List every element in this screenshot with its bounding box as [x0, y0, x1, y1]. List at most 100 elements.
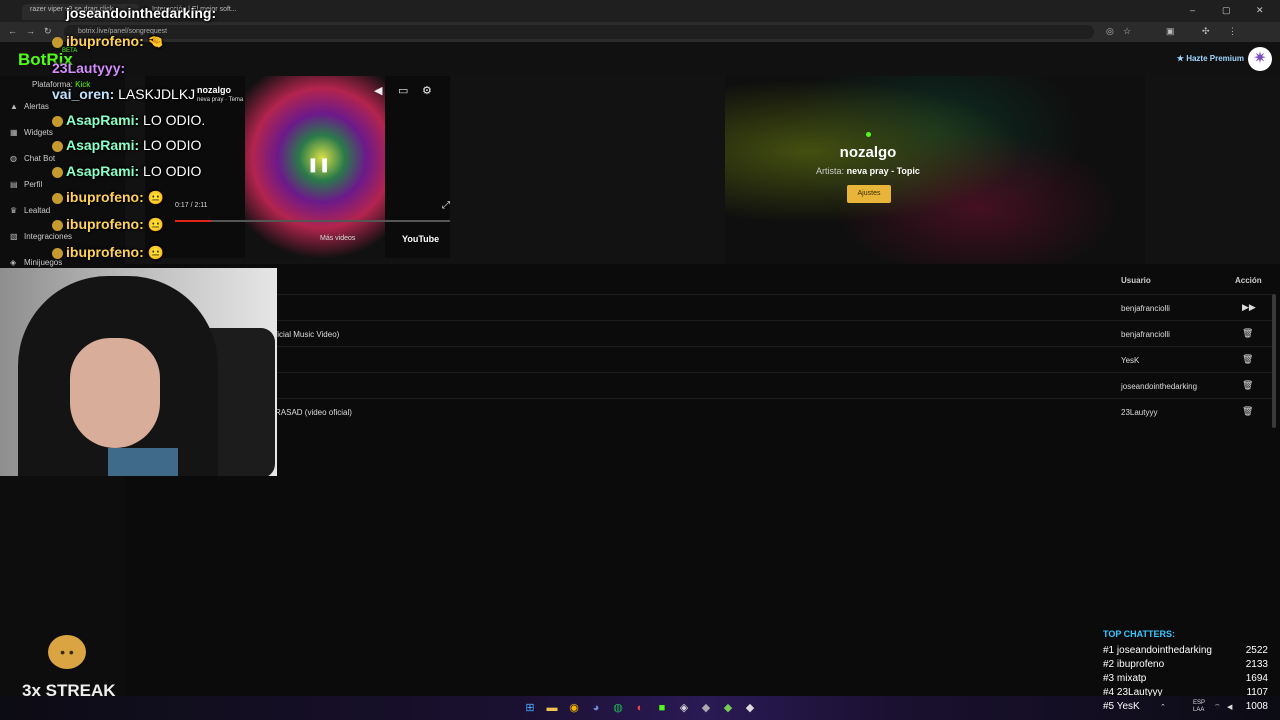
column-header-user: Usuario [1121, 276, 1151, 285]
now-playing-artist: Artista: neva pray - Topic [768, 166, 968, 176]
gear-icon[interactable]: ⚙ [422, 84, 432, 97]
sidebar-item-chat-bot[interactable]: ◍ Chat Bot [10, 154, 55, 163]
steam-icon[interactable]: ◈ [677, 701, 691, 715]
chat-username: ibuprofeno: [66, 33, 144, 49]
chat-text: LASKJDLKJ [118, 86, 196, 102]
chat-message: AsapRami: LO ODIO. [52, 112, 205, 128]
emote-icon: 🤏 [147, 34, 164, 49]
premium-button[interactable]: ★ Hazte Premium [1177, 54, 1244, 63]
streak-emote-icon: • • [48, 635, 86, 669]
windows-taskbar: ⊞ ▬ ◉ ◕ ◍ ◐ ■ ◈ ◆ ◆ ◆ ⌃ ESP LAA ⌔ ◀ [0, 696, 1280, 720]
extension-icon[interactable]: ▣ [1166, 26, 1175, 37]
table-row: ficial Music Video) benjafranciolli 🗑 [125, 320, 1275, 346]
volume-icon[interactable]: ◀ [374, 84, 382, 97]
spotify-icon[interactable]: ◍ [611, 701, 625, 715]
eye-off-icon[interactable]: ◎ [1106, 26, 1114, 37]
app-icon[interactable]: ◆ [721, 701, 735, 715]
app-icon[interactable]: ◆ [699, 701, 713, 715]
webcam-overlay [0, 268, 277, 476]
fullscreen-icon[interactable]: ⤢ [442, 200, 450, 211]
artist-label: Artista: [816, 166, 845, 176]
chat-text: LO ODIO [143, 137, 202, 153]
pause-icon[interactable]: ❚❚ [307, 156, 330, 173]
emote-badge-icon [52, 219, 63, 231]
chat-message: AsapRami: LO ODIO [52, 163, 201, 179]
emote-badge-icon [52, 140, 63, 152]
chatter-name: ibuprofeno [1116, 659, 1165, 670]
forward-icon[interactable]: → [26, 26, 35, 36]
chatter-count: 2522 [1245, 645, 1268, 656]
skip-icon[interactable]: ▶▶ [1242, 302, 1256, 313]
song-title: ficial Music Video) [275, 330, 340, 339]
table-row: benjafranciolli ▶▶ [125, 294, 1275, 320]
sidebar-item-lealtad[interactable]: ♛ Lealtad [10, 206, 50, 215]
app-icon[interactable]: ◆ [743, 701, 757, 715]
chat-message: joseandointhedarking: [66, 5, 216, 21]
app-icon[interactable]: ◐ [633, 701, 647, 715]
chat-text: LO ODIO [143, 163, 202, 179]
chat-username: AsapRami: [66, 112, 140, 128]
requester: 23Lautyyy [1121, 408, 1158, 417]
captions-icon[interactable]: ▭ [398, 84, 408, 97]
settings-button[interactable]: Ajustes [847, 185, 891, 203]
live-dot [866, 132, 871, 137]
puzzle-icon[interactable]: ✣ [1202, 26, 1210, 37]
webcam-face [70, 338, 160, 448]
youtube-logo[interactable]: YouTube [402, 234, 439, 244]
chat-message: ibuprofeno: 😐 [52, 189, 164, 206]
emote-icon: 😐 [147, 245, 164, 260]
kick-icon[interactable]: ■ [655, 701, 669, 715]
discord-icon[interactable]: ◕ [589, 701, 603, 715]
table-row: joseandointhedarking 🗑 [125, 372, 1275, 398]
sidebar-item-widgets[interactable]: ▦ Widgets [10, 128, 53, 137]
more-videos-button[interactable]: Más videos [320, 235, 355, 242]
windows-start-icon[interactable]: ⊞ [523, 701, 537, 715]
integrations-icon: ▧ [10, 232, 18, 241]
queue-scrollbar[interactable] [1272, 294, 1276, 428]
song-queue-table: Usuario Acción benjafranciolli ▶▶ ficial… [125, 268, 1280, 438]
trash-icon[interactable]: 🗑 [1242, 380, 1253, 391]
now-playing-title: nozalgo [839, 144, 897, 161]
webcam-shirt [108, 448, 178, 476]
sidebar-item-label: Perfil [24, 180, 43, 189]
chat-text: LO ODIO. [143, 112, 206, 128]
emote-badge-icon [52, 166, 63, 178]
chat-username: ibuprofeno: [66, 216, 144, 232]
column-header-action: Acción [1235, 276, 1262, 285]
menu-icon[interactable]: ⋮ [1228, 26, 1237, 37]
top-chatter-row: #2 ibuprofeno 2133 [1103, 659, 1268, 673]
bell-icon: ▲ [10, 102, 18, 111]
requester: joseandointhedarking [1121, 382, 1198, 391]
file-explorer-icon[interactable]: ▬ [545, 701, 559, 715]
sidebar-item-alertas[interactable]: ▲ Alertas [10, 102, 49, 111]
trash-icon[interactable]: 🗑 [1242, 354, 1253, 365]
close-button[interactable]: ✕ [1256, 5, 1264, 16]
star-icon[interactable]: ☆ [1123, 26, 1131, 37]
chat-username: 23Lautyyy: [52, 60, 126, 76]
chat-message: AsapRami: LO ODIO [52, 137, 201, 153]
trash-icon[interactable]: 🗑 [1242, 328, 1253, 339]
emote-badge-icon [52, 36, 63, 48]
player-card: nozalgo neva pray · Tema ◀ ▭ ⚙ ❚❚ 0:17 /… [125, 76, 1280, 264]
requester: benjafranciolli [1121, 304, 1170, 313]
chatter-name: mixatp [1116, 673, 1147, 684]
sidebar-item-label: Alertas [24, 102, 49, 111]
song-title: RASAD (video oficial) [275, 408, 352, 417]
trash-icon[interactable]: 🗑 [1242, 406, 1253, 417]
chrome-icon[interactable]: ◉ [567, 701, 581, 715]
chat-message: ibuprofeno: 🤏 [52, 33, 164, 50]
chatter-name: joseandointhedarking [1116, 645, 1212, 656]
chat-message: ibuprofeno: 😐 [52, 216, 164, 233]
maximize-button[interactable]: ▢ [1222, 5, 1231, 16]
chat-username: AsapRami: [66, 163, 140, 179]
minimize-button[interactable]: – [1190, 5, 1195, 15]
sidebar-item-label: Widgets [24, 128, 53, 137]
top-chatter-row: #1 joseandointhedarking 2522 [1103, 645, 1268, 659]
avatar[interactable]: ✷ [1248, 47, 1272, 71]
emote-badge-icon [52, 192, 63, 204]
chatter-name: YesK [1116, 701, 1140, 712]
reload-icon[interactable]: ↻ [44, 26, 52, 37]
back-icon[interactable]: ← [8, 26, 17, 36]
sidebar-item-perfil[interactable]: ▤ Perfil [10, 180, 42, 189]
gamepad-icon: ◈ [10, 258, 17, 267]
